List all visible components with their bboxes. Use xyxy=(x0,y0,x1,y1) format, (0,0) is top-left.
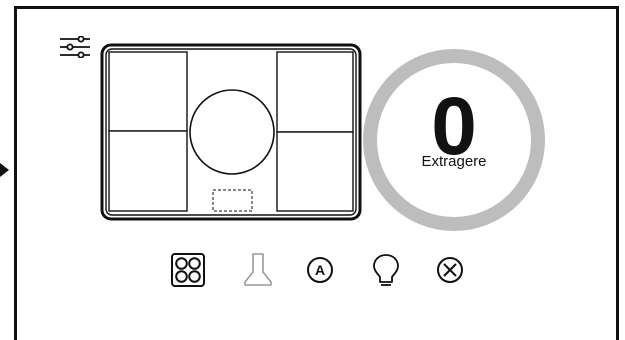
close-button[interactable] xyxy=(432,250,468,290)
auto-mode-letter: A xyxy=(315,262,325,278)
auto-mode-button[interactable]: A xyxy=(302,250,338,290)
zone-front-left[interactable] xyxy=(108,51,188,132)
auto-mode-icon: A xyxy=(307,257,333,283)
hob-button[interactable] xyxy=(170,250,206,290)
zone-rear-right[interactable] xyxy=(276,131,354,212)
sliders-icon xyxy=(60,35,90,59)
settings-button[interactable] xyxy=(58,35,94,59)
light-button[interactable] xyxy=(368,250,404,290)
extraction-mode-label: Extragere xyxy=(421,153,487,170)
zone-rear-left[interactable] xyxy=(108,130,188,212)
bottom-icon-bar: A xyxy=(0,250,625,290)
cooktop-diagram xyxy=(100,43,362,221)
left-arrow-icon[interactable] xyxy=(0,160,10,180)
light-bulb-icon xyxy=(373,254,399,286)
extraction-gauge: 0 Extragere xyxy=(360,46,548,234)
zone-center-round[interactable] xyxy=(189,89,275,175)
close-circle-icon xyxy=(437,257,463,283)
hood-icon xyxy=(244,253,272,286)
hob-hood-control-screen: 0 Extragere A xyxy=(0,0,625,340)
hood-button[interactable] xyxy=(240,250,276,290)
hob-four-zones-icon xyxy=(171,253,205,287)
zone-front-right[interactable] xyxy=(276,51,354,133)
control-area-dashed xyxy=(212,189,253,212)
